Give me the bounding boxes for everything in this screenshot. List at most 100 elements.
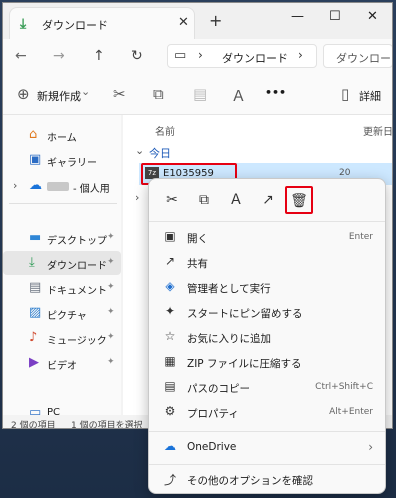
menu-item-label: 開く — [187, 233, 208, 245]
sidebar-item-onedrive[interactable]: › ☁ - 個人用 — [3, 174, 121, 198]
menu-item-shortcut: Alt+Enter — [329, 407, 373, 417]
onedrive-cloud-icon: ☁ — [164, 439, 176, 453]
sidebar-item-label: ミュージック — [47, 336, 107, 347]
menu-item-label: OneDrive — [187, 441, 237, 453]
maximize-button[interactable]: ☐ — [329, 9, 341, 24]
pin-icon: ✦ — [107, 232, 115, 242]
menu-item-more-options[interactable]: ⤴ その他のオプションを確認 — [153, 467, 383, 492]
menu-item-properties[interactable]: ⚙ プロパティ Alt+Enter — [153, 400, 383, 425]
sidebar-item-videos[interactable]: ▶ ビデオ ✦ — [3, 351, 121, 375]
chevron-down-icon[interactable]: ⌄ — [81, 85, 90, 98]
menu-item-add-to-favorites[interactable]: ☆ お気に入りに追加 — [153, 325, 383, 350]
command-bar: ⊕ 新規作成 ⌄ ✂ ⧉ ▤ Ａ ••• ▯ 詳細 — [3, 73, 392, 115]
pin-icon: ✦ — [107, 257, 115, 267]
tab-close-icon[interactable]: ✕ — [178, 15, 189, 30]
menu-item-run-as-admin[interactable]: ◈ 管理者として実行 — [153, 275, 383, 300]
cut-icon[interactable]: ✂ — [159, 187, 185, 213]
open-icon: ▣ — [164, 229, 176, 243]
sidebar-item-downloads[interactable]: ⤓ ダウンロード ✦ — [3, 251, 121, 275]
menu-item-label: 共有 — [187, 258, 208, 270]
copy-icon[interactable]: ⧉ — [153, 85, 164, 103]
sidebar-item-gallery[interactable]: ▣ ギャラリー — [3, 148, 121, 172]
delete-icon[interactable]: 🗑 — [285, 186, 313, 214]
search-box[interactable]: ダウンロードの検索 — [323, 44, 392, 68]
details-icon[interactable]: ▯ — [341, 85, 349, 103]
tab-title: ダウンロード — [42, 19, 108, 32]
onedrive-cloud-icon: ☁ — [29, 178, 42, 193]
rename-icon[interactable]: Ａ — [223, 187, 249, 213]
shield-icon: ◈ — [165, 279, 175, 293]
menu-item-label: その他のオプションを確認 — [187, 475, 313, 487]
star-icon: ☆ — [164, 329, 176, 343]
up-button[interactable]: ↑ — [93, 48, 105, 64]
new-icon[interactable]: ⊕ — [17, 85, 30, 103]
tab-downloads[interactable]: ⤓ ダウンロード ✕ — [9, 7, 195, 39]
sidebar-item-label: ビデオ — [47, 361, 77, 372]
item-count: 2 個の項目 — [11, 421, 56, 429]
close-window-button[interactable]: ✕ — [367, 9, 378, 24]
paste-icon[interactable]: ▤ — [193, 85, 207, 103]
navigation-bar: ← → ↑ ↻ ▭ › ダウンロード › ダウンロードの検索 — [3, 39, 392, 73]
new-button-label[interactable]: 新規作成 — [37, 88, 81, 104]
music-icon: ♪ — [29, 330, 38, 345]
pin-icon: ✦ — [107, 282, 115, 292]
sidebar-item-label: ダウンロード — [47, 261, 107, 272]
menu-item-open[interactable]: ▣ 開く Enter — [153, 225, 383, 250]
address-bar[interactable]: ▭ › ダウンロード › — [167, 44, 317, 68]
home-icon: ⌂ — [29, 127, 38, 142]
file-date: 20 — [339, 168, 351, 178]
download-icon: ⤓ — [29, 255, 35, 270]
sidebar-item-label: ホーム — [47, 133, 77, 144]
document-icon: ▤ — [29, 280, 42, 295]
share-icon[interactable]: ↗ — [255, 187, 281, 213]
expand-chevron-icon[interactable]: › — [135, 191, 139, 204]
menu-item-onedrive[interactable]: ☁ OneDrive › — [153, 435, 383, 460]
chevron-right-icon: › — [198, 48, 203, 62]
menu-item-compress-zip[interactable]: ▦ ZIP ファイルに圧縮する — [153, 350, 383, 375]
computer-icon: ▭ — [174, 48, 187, 63]
share-icon: ↗ — [164, 254, 176, 268]
sidebar-item-desktop[interactable]: ▬ デスクトップ ✦ — [3, 226, 121, 250]
sidebar-item-label: ピクチャ — [47, 311, 87, 322]
menu-item-shortcut: Ctrl+Shift+C — [315, 382, 373, 392]
more-icon[interactable]: ••• — [265, 86, 286, 99]
sidebar-item-label: ドキュメント — [47, 286, 107, 297]
sidebar-item-documents[interactable]: ▤ ドキュメント ✦ — [3, 276, 121, 300]
pin-icon: ✦ — [164, 304, 176, 318]
refresh-button[interactable]: ↻ — [131, 48, 143, 64]
column-header-date[interactable]: 更新日時 — [363, 123, 392, 138]
expand-chevron-icon[interactable]: › — [13, 179, 17, 192]
picture-icon: ▨ — [29, 305, 42, 320]
menu-item-copy-path[interactable]: ▤ パスのコピー Ctrl+Shift+C — [153, 375, 383, 400]
sidebar-divider — [9, 203, 117, 204]
sidebar-item-label: - 個人用 — [73, 184, 110, 195]
group-header-today: 今日 — [149, 147, 171, 160]
navigation-pane: ⌂ ホーム ▣ ギャラリー › ☁ - 個人用 ▬ デスクトップ ✦ ⤓ ダウン… — [3, 115, 121, 420]
column-header-name[interactable]: 名前 — [155, 123, 175, 138]
address-path: ダウンロード — [222, 52, 288, 65]
forward-button[interactable]: → — [53, 48, 65, 64]
sidebar-item-home[interactable]: ⌂ ホーム — [3, 123, 121, 147]
cut-icon[interactable]: ✂ — [113, 85, 126, 103]
chevron-right-icon: › — [368, 440, 373, 454]
pin-icon: ✦ — [107, 357, 115, 367]
menu-item-share[interactable]: ↗ 共有 — [153, 250, 383, 275]
sidebar-item-pictures[interactable]: ▨ ピクチャ ✦ — [3, 301, 121, 325]
context-menu: ✂ ⧉ Ａ ↗ 🗑 ▣ 開く Enter ↗ 共有 ◈ 管理者として実行 ✦ ス… — [148, 178, 386, 494]
pin-icon: ✦ — [107, 332, 115, 342]
menu-item-shortcut: Enter — [348, 232, 373, 242]
back-button[interactable]: ← — [15, 48, 27, 64]
new-tab-button[interactable]: + — [209, 11, 222, 30]
menu-item-label: プロパティ — [187, 408, 239, 420]
sidebar-item-music[interactable]: ♪ ミュージック ✦ — [3, 326, 121, 350]
details-button-label[interactable]: 詳細 — [359, 88, 381, 104]
menu-item-pin-to-start[interactable]: ✦ スタートにピン留めする — [153, 300, 383, 325]
copy-icon[interactable]: ⧉ — [191, 187, 217, 213]
sidebar-item-label: ギャラリー — [47, 158, 97, 169]
minimize-button[interactable]: — — [291, 9, 304, 24]
rename-icon[interactable]: Ａ — [231, 85, 246, 106]
wrench-icon: ⚙ — [164, 404, 176, 418]
chevron-down-icon[interactable]: ⌄ — [135, 144, 144, 157]
video-icon: ▶ — [29, 355, 39, 370]
sidebar-item-label: デスクトップ — [47, 236, 107, 247]
